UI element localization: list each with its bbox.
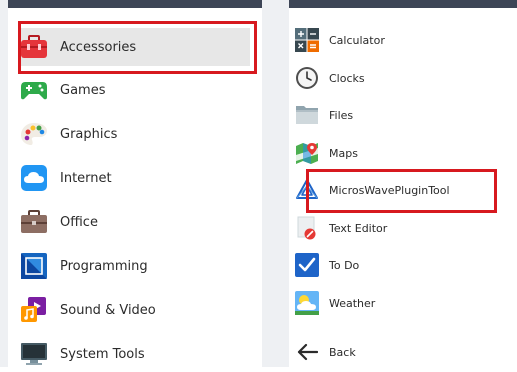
- app-label: Clocks: [329, 71, 365, 85]
- left-edge: [0, 0, 8, 367]
- category-label: System Tools: [60, 346, 145, 362]
- app-to-do[interactable]: To Do: [295, 248, 505, 282]
- app-microswavuplugintool[interactable]: MicrosWavePluginTool: [295, 173, 505, 207]
- category-office[interactable]: Office: [20, 204, 250, 240]
- weather-icon: [295, 291, 319, 315]
- monitor-icon: [20, 340, 48, 368]
- calculator-icon: [295, 28, 319, 52]
- category-programming[interactable]: Programming: [20, 248, 250, 284]
- app-label: MicrosWavePluginTool: [329, 183, 450, 197]
- category-label: Graphics: [60, 126, 118, 142]
- app-label: To Do: [329, 258, 360, 272]
- category-label: Sound & Video: [60, 302, 156, 318]
- category-menu: Accessories Games Graphics Internet Offi…: [8, 0, 262, 367]
- arrow-left-icon: [295, 340, 319, 364]
- app-weather[interactable]: Weather: [295, 286, 505, 320]
- application-menu: Calculator Clocks Files Maps MicrosWaveP…: [289, 0, 517, 367]
- category-sound-video[interactable]: Sound & Video: [20, 292, 250, 328]
- cloud-icon: [20, 164, 48, 192]
- category-label: Games: [60, 82, 106, 98]
- clock-icon: [295, 66, 319, 90]
- code-icon: [20, 252, 48, 280]
- app-label: Weather: [329, 296, 376, 310]
- app-label: Maps: [329, 146, 358, 160]
- gamepad-icon: [20, 76, 48, 104]
- category-graphics[interactable]: Graphics: [20, 116, 250, 152]
- app-label: Files: [329, 108, 354, 122]
- map-icon: [295, 141, 319, 165]
- folder-icon: [295, 103, 319, 127]
- music-icon: [20, 296, 48, 324]
- app-label: Calculator: [329, 33, 385, 47]
- palette-icon: [20, 120, 48, 148]
- app-text-editor[interactable]: Text Editor: [295, 211, 505, 245]
- category-label: Internet: [60, 170, 112, 186]
- gap: [262, 0, 289, 367]
- app-label: Text Editor: [329, 221, 388, 235]
- panel-top-strip: [8, 0, 262, 8]
- panel-top-strip: [289, 0, 517, 8]
- app-calculator[interactable]: Calculator: [295, 23, 505, 57]
- toolbox-icon: [20, 33, 48, 61]
- category-label: Accessories: [60, 39, 137, 55]
- category-internet[interactable]: Internet: [20, 160, 250, 196]
- text-editor-icon: [295, 216, 319, 240]
- category-label: Office: [60, 214, 98, 230]
- app-files[interactable]: Files: [295, 98, 505, 132]
- category-games[interactable]: Games: [20, 72, 250, 108]
- checkbox-icon: [295, 253, 319, 277]
- triangle-logo-icon: [295, 178, 319, 202]
- app-maps[interactable]: Maps: [295, 136, 505, 170]
- back-label: Back: [329, 345, 356, 359]
- category-label: Programming: [60, 258, 148, 274]
- app-clocks[interactable]: Clocks: [295, 61, 505, 95]
- briefcase-icon: [20, 208, 48, 236]
- back-button[interactable]: Back: [295, 335, 505, 369]
- category-accessories[interactable]: Accessories: [20, 28, 250, 66]
